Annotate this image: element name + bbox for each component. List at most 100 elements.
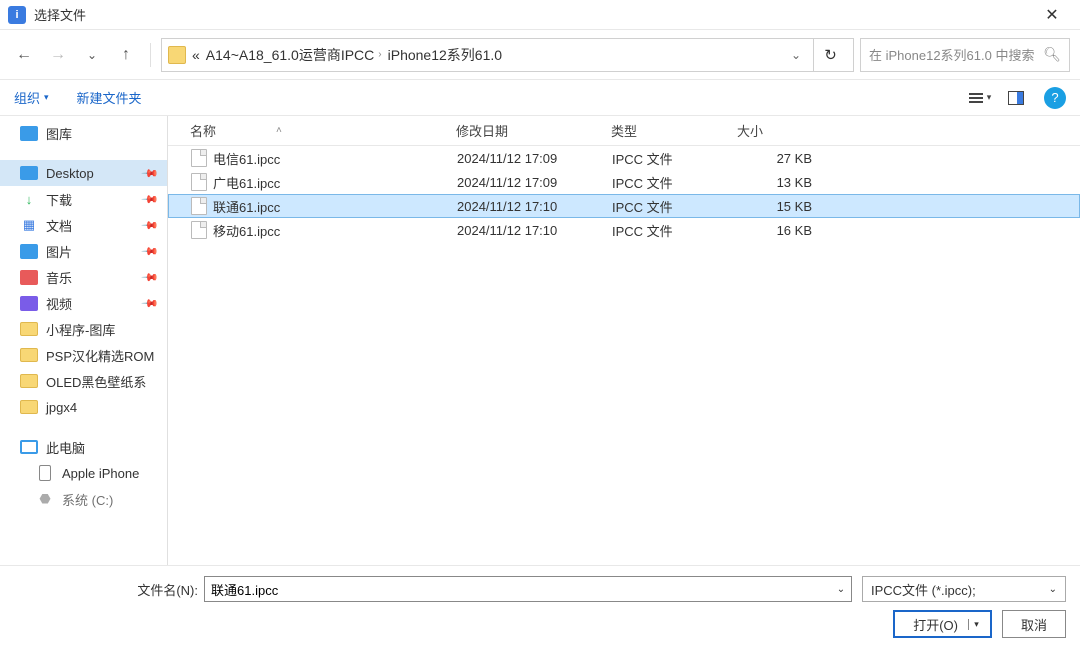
sidebar-item-label: Apple iPhone — [62, 466, 139, 481]
up-button[interactable]: ↑ — [112, 41, 140, 69]
list-view-icon — [969, 93, 983, 103]
file-type: IPCC 文件 — [604, 173, 730, 192]
pin-icon: 📌 — [141, 164, 160, 183]
sidebar-item-documents[interactable]: ▦ 文档 📌 — [0, 212, 167, 238]
sidebar-item-thispc[interactable]: 此电脑 — [0, 434, 167, 460]
folder-icon — [20, 322, 38, 336]
refresh-button[interactable]: ↻ — [813, 38, 847, 72]
desktop-icon — [20, 166, 38, 180]
file-date: 2024/11/12 17:09 — [449, 151, 604, 166]
pin-icon: 📌 — [141, 242, 160, 261]
new-folder-button[interactable]: 新建文件夹 — [77, 88, 142, 107]
file-row[interactable]: 联通61.ipcc2024/11/12 17:10IPCC 文件15 KB — [168, 194, 1080, 218]
footer: 文件名(N): ⌄ IPCC文件 (*.ipcc); ⌄ 打开(O) ▾ 取消 — [0, 565, 1080, 648]
sidebar-item-drive[interactable]: ⬣ 系统 (C:) — [0, 486, 167, 512]
sidebar-item-label: 视频 — [46, 294, 72, 313]
folder-icon — [20, 348, 38, 362]
address-bar[interactable]: « A14~A18_61.0运营商IPCC › iPhone12系列61.0 ⌄… — [161, 38, 854, 72]
file-date: 2024/11/12 17:10 — [449, 223, 604, 238]
sidebar-item-folder[interactable]: PSP汉化精选ROM — [0, 342, 167, 368]
sidebar-item-label: 文档 — [46, 216, 72, 235]
open-label: 打开(O) — [913, 615, 958, 634]
search-icon: 🔍︎ — [1043, 46, 1061, 63]
pin-icon: 📌 — [141, 190, 160, 209]
sidebar-item-label: PSP汉化精选ROM — [46, 346, 154, 365]
phone-icon — [39, 465, 51, 481]
chevron-right-icon: › — [378, 49, 381, 60]
sidebar-item-label: 图库 — [46, 124, 72, 143]
sidebar-item-label: jpgx4 — [46, 400, 77, 415]
file-icon — [191, 197, 207, 215]
preview-pane-button[interactable] — [998, 84, 1034, 112]
file-size: 16 KB — [730, 223, 820, 238]
filename-label: 文件名(N): — [0, 580, 204, 599]
organize-button[interactable]: 组织 ▾ — [14, 88, 49, 107]
sidebar-item-folder[interactable]: jpgx4 — [0, 394, 167, 420]
file-row[interactable]: 电信61.ipcc2024/11/12 17:09IPCC 文件27 KB — [168, 146, 1080, 170]
filetype-filter[interactable]: IPCC文件 (*.ipcc); ⌄ — [862, 576, 1066, 602]
search-placeholder: 在 iPhone12系列61.0 中搜索 — [869, 45, 1043, 64]
back-button[interactable]: ← — [10, 41, 38, 69]
close-icon[interactable]: ✕ — [1032, 5, 1072, 25]
file-date: 2024/11/12 17:10 — [449, 199, 604, 214]
breadcrumb-label: iPhone12系列61.0 — [388, 45, 502, 65]
music-icon — [20, 270, 38, 285]
sidebar-item-folder[interactable]: 小程序-图库 — [0, 316, 167, 342]
file-row[interactable]: 移动61.ipcc2024/11/12 17:10IPCC 文件16 KB — [168, 218, 1080, 242]
column-size[interactable]: 大小 — [729, 121, 819, 140]
breadcrumb-label: A14~A18_61.0运营商IPCC — [206, 45, 374, 65]
sidebar-item-label: 小程序-图库 — [46, 320, 115, 339]
file-icon — [191, 149, 207, 167]
breadcrumb-item[interactable]: iPhone12系列61.0 — [388, 45, 502, 65]
sidebar-item-videos[interactable]: 视频 📌 — [0, 290, 167, 316]
sidebar-item-label: 图片 — [46, 242, 72, 261]
main-area: 图库 Desktop 📌 ↓ 下载 📌 ▦ 文档 📌 图片 📌 音乐 📌 — [0, 116, 1080, 565]
view-mode-button[interactable]: ▾ — [962, 84, 998, 112]
toolbar: 组织 ▾ 新建文件夹 ▾ ? — [0, 80, 1080, 116]
chevron-down-icon: ▾ — [987, 92, 992, 103]
sidebar-item-desktop[interactable]: Desktop 📌 — [0, 160, 167, 186]
filename-input[interactable] — [204, 576, 852, 602]
file-name: 联通61.ipcc — [213, 197, 280, 216]
sidebar-item-downloads[interactable]: ↓ 下载 📌 — [0, 186, 167, 212]
file-row[interactable]: 广电61.ipcc2024/11/12 17:09IPCC 文件13 KB — [168, 170, 1080, 194]
address-dropdown[interactable]: ⌄ — [785, 48, 807, 62]
breadcrumb-item[interactable]: A14~A18_61.0运营商IPCC › — [206, 45, 382, 65]
open-button[interactable]: 打开(O) ▾ — [893, 610, 992, 638]
column-headers: 名称 ˄ 修改日期 类型 大小 — [168, 116, 1080, 146]
help-button[interactable]: ? — [1044, 87, 1066, 109]
sidebar-item-label: 系统 (C:) — [62, 490, 113, 509]
sidebar-item-music[interactable]: 音乐 📌 — [0, 264, 167, 290]
filename-dropdown[interactable]: ⌄ — [831, 577, 851, 601]
file-type: IPCC 文件 — [604, 221, 730, 240]
file-date: 2024/11/12 17:09 — [449, 175, 604, 190]
file-name: 广电61.ipcc — [213, 173, 280, 192]
folder-icon — [20, 400, 38, 414]
column-type[interactable]: 类型 — [603, 121, 729, 140]
column-name[interactable]: 名称 ˄ — [168, 121, 448, 140]
sidebar-item-label: OLED黑色壁纸系 — [46, 372, 146, 391]
chevron-down-icon: ▾ — [44, 92, 49, 103]
recent-dropdown[interactable]: ⌄ — [78, 41, 106, 69]
chevron-down-icon: ⌄ — [1049, 584, 1057, 595]
column-date[interactable]: 修改日期 — [448, 121, 603, 140]
forward-button[interactable]: → — [44, 41, 72, 69]
preview-icon — [1008, 91, 1024, 105]
sidebar-item-folder[interactable]: OLED黑色壁纸系 — [0, 368, 167, 394]
file-name: 电信61.ipcc — [213, 149, 280, 168]
open-split-dropdown[interactable]: ▾ — [968, 619, 980, 630]
file-icon — [191, 173, 207, 191]
pin-icon: 📌 — [141, 294, 160, 313]
video-icon — [20, 296, 38, 311]
sidebar-item-pictures[interactable]: 图片 📌 — [0, 238, 167, 264]
filter-label: IPCC文件 (*.ipcc); — [871, 580, 976, 599]
folder-icon — [168, 46, 186, 64]
sidebar-item-label: 此电脑 — [46, 438, 85, 457]
cancel-button[interactable]: 取消 — [1002, 610, 1066, 638]
sidebar-item-iphone[interactable]: Apple iPhone — [0, 460, 167, 486]
sidebar-item-gallery[interactable]: 图库 — [0, 120, 167, 146]
titlebar: i 选择文件 ✕ — [0, 0, 1080, 30]
sort-indicator-icon: ˄ — [276, 125, 282, 136]
file-list: 名称 ˄ 修改日期 类型 大小 电信61.ipcc 2024/11/12 17:0… — [168, 116, 1080, 565]
search-input[interactable]: 在 iPhone12系列61.0 中搜索 🔍︎ — [860, 38, 1070, 72]
